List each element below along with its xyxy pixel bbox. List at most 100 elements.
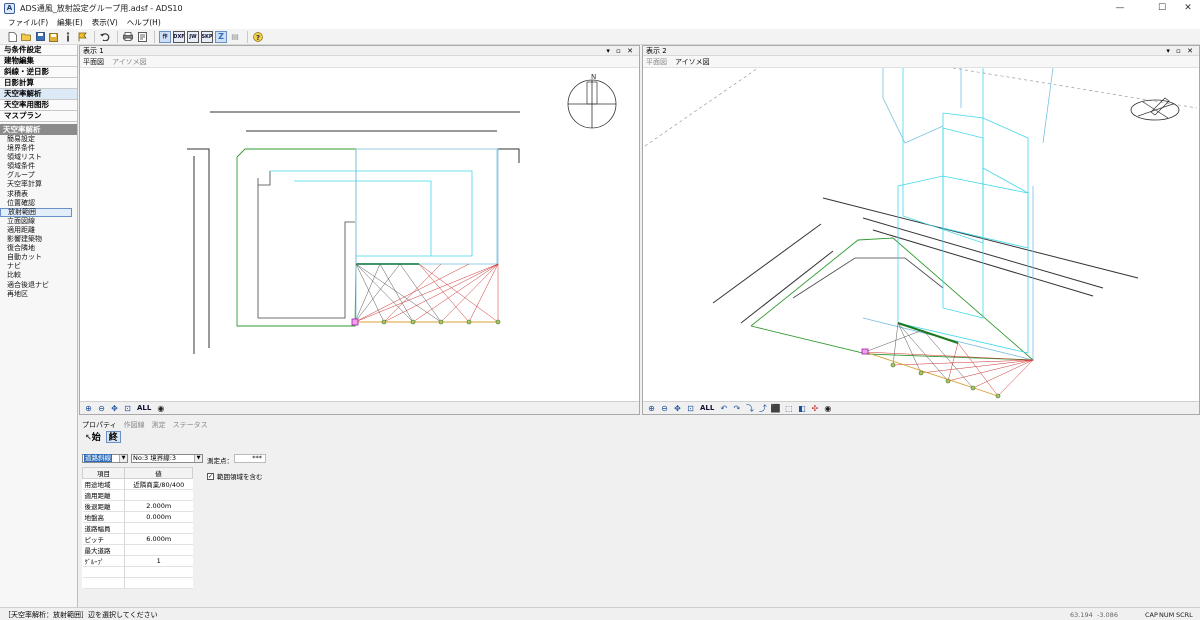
print-icon[interactable] <box>122 31 134 43</box>
maximize-button[interactable]: ☐ <box>1148 0 1176 16</box>
grid-row[interactable]: 適用距離 <box>82 489 193 501</box>
zoom-window-icon[interactable]: ⊡ <box>685 403 696 414</box>
axis-icon[interactable]: ✣ <box>809 403 820 414</box>
grid-row[interactable]: 用途地域 近隣商業/80/400 <box>82 478 193 490</box>
sidebar-head-shadow[interactable]: 日影計算 <box>0 78 77 89</box>
zoom-window-icon[interactable]: ⊡ <box>122 403 133 414</box>
start-button[interactable]: ↖始 <box>82 431 104 443</box>
sidebar-item[interactable]: 復合隣地 <box>0 244 77 253</box>
sidebar-item[interactable]: 影響建築物 <box>0 235 77 244</box>
skp-button[interactable]: SKP <box>201 30 213 43</box>
zoom-all-button[interactable]: ALL <box>137 404 151 412</box>
grid-row[interactable]: 最大道路 <box>82 544 193 556</box>
sidebar-item[interactable]: 再地区 <box>0 290 77 299</box>
plan-drawing[interactable]: N <box>80 68 639 404</box>
grid-row[interactable]: 道路幅員 <box>82 522 193 534</box>
sidebar-head-conditions[interactable]: 与条件設定 <box>0 45 77 56</box>
sidebar-item[interactable]: 境界条件 <box>0 144 77 153</box>
z-button[interactable]: Z <box>215 30 227 43</box>
sidebar-item[interactable]: 簡易設定 <box>0 135 77 144</box>
tilt-up-icon[interactable]: ⤴ <box>757 403 768 414</box>
sidebar-head-building[interactable]: 建物編集 <box>0 56 77 67</box>
sidebar-item[interactable]: 領域リスト <box>0 153 77 162</box>
plan-view-canvas[interactable]: N <box>80 68 639 404</box>
grid-row[interactable]: 後退距離 2.000m <box>82 500 193 512</box>
pan-icon[interactable]: ✥ <box>672 403 683 414</box>
grid-value[interactable]: 1 <box>124 555 193 567</box>
boundary-select[interactable]: No:3 境界線:3 ▼ <box>131 454 203 463</box>
info-icon[interactable] <box>62 31 74 43</box>
isometric-drawing[interactable] <box>643 67 1199 404</box>
rotate-right-icon[interactable]: ↷ <box>731 403 742 414</box>
tab-properties[interactable]: プロパティ <box>82 420 117 430</box>
jw-button[interactable]: JW <box>187 30 199 43</box>
minimize-button[interactable]: — <box>1106 0 1134 16</box>
preview-icon[interactable] <box>136 31 148 43</box>
sidebar-item[interactable]: 比較 <box>0 271 77 280</box>
sidebar-item[interactable]: 放射範囲 <box>0 207 72 217</box>
sidebar-item[interactable]: 位置確認 <box>0 199 77 208</box>
save-as-icon[interactable] <box>48 31 60 43</box>
include-range-checkbox-row[interactable]: ✓ 範囲領域を含む <box>207 471 263 481</box>
pane-2-controls[interactable]: ▾ ▫ ✕ <box>1166 46 1195 56</box>
sidebar-head-setback[interactable]: 斜線・逆日影 <box>0 67 77 78</box>
tab-status[interactable]: ステータス <box>173 420 208 430</box>
open-icon[interactable] <box>20 31 32 43</box>
pane-1-tab-plan[interactable]: 平面図 <box>83 57 104 67</box>
grid-value[interactable]: 2.000m <box>124 500 193 512</box>
tab-measure[interactable]: 測定 <box>152 420 166 430</box>
grid-value[interactable]: 0.000m <box>124 511 193 523</box>
grid-row[interactable]: ピッチ 6.000m <box>82 533 193 545</box>
grid-value[interactable] <box>124 566 193 578</box>
menu-help[interactable]: ヘルプ(H) <box>127 17 161 28</box>
sidebar-item[interactable]: 適用距離 <box>0 226 77 235</box>
pane-1-controls[interactable]: ▾ ▫ ✕ <box>606 46 635 56</box>
measure-field[interactable]: *** <box>234 454 266 463</box>
pane-1-tab-isometric[interactable]: アイソメ図 <box>112 57 147 67</box>
isometric-view-canvas[interactable] <box>643 67 1199 404</box>
sidebar-item[interactable]: 立面図線 <box>0 217 77 226</box>
menu-edit[interactable]: 編集(E) <box>57 17 83 28</box>
view-eye-icon[interactable]: ◉ <box>822 403 833 414</box>
grid-value[interactable] <box>124 544 193 556</box>
grid-value[interactable] <box>124 522 193 534</box>
menu-file[interactable]: ファイル(F) <box>8 17 48 28</box>
grid-row[interactable]: ｸﾞﾙｰﾌﾟ 1 <box>82 555 193 567</box>
type-select[interactable]: 道路斜線 ▼ <box>82 454 128 463</box>
sidebar-head-sky-analysis[interactable]: 天空率解析 <box>0 89 77 100</box>
pan-icon[interactable]: ✥ <box>109 403 120 414</box>
zoom-in-icon[interactable]: ⊕ <box>646 403 657 414</box>
rotate-left-icon[interactable]: ↶ <box>718 403 729 414</box>
sidebar-item[interactable]: 適合後退ナビ <box>0 281 77 290</box>
close-button[interactable]: ✕ <box>1174 0 1200 16</box>
grid-value[interactable]: 近隣商業/80/400 <box>124 478 193 490</box>
zoom-out-icon[interactable]: ⊖ <box>96 403 107 414</box>
grid-row[interactable] <box>82 577 193 589</box>
sidebar-head-sky-figure[interactable]: 天空率用图形 <box>0 100 77 111</box>
new-icon[interactable] <box>6 31 18 43</box>
zoom-out-icon[interactable]: ⊖ <box>659 403 670 414</box>
sidebar-item[interactable]: 求積表 <box>0 190 77 199</box>
grid-value[interactable] <box>124 577 193 589</box>
grid-row[interactable]: 地盤高 0.000m <box>82 511 193 523</box>
grid-value[interactable] <box>124 489 193 501</box>
grid-row[interactable] <box>82 566 193 578</box>
cube-solid-icon[interactable]: ⬛ <box>770 403 781 414</box>
save-icon[interactable] <box>34 31 46 43</box>
draw-mode-button[interactable]: 作 <box>159 30 171 43</box>
help-icon[interactable]: ? <box>252 31 264 43</box>
grid-value[interactable]: 6.000m <box>124 533 193 545</box>
flag-icon[interactable] <box>76 31 88 43</box>
sidebar-item[interactable]: 自動カット <box>0 253 77 262</box>
view-eye-icon[interactable]: ◉ <box>155 403 166 414</box>
sidebar-item[interactable]: 領域条件 <box>0 162 77 171</box>
end-button[interactable]: 終 <box>105 431 121 443</box>
tab-draw-lines[interactable]: 作図線 <box>124 420 145 430</box>
include-range-checkbox[interactable]: ✓ <box>207 472 214 480</box>
menu-view[interactable]: 表示(V) <box>92 17 118 28</box>
dxf-button[interactable]: DXF <box>173 30 185 43</box>
tilt-down-icon[interactable]: ⤵ <box>744 403 755 414</box>
zoom-in-icon[interactable]: ⊕ <box>83 403 94 414</box>
sidebar-item[interactable]: 天空率計算 <box>0 180 77 189</box>
undo-icon[interactable] <box>99 31 111 43</box>
